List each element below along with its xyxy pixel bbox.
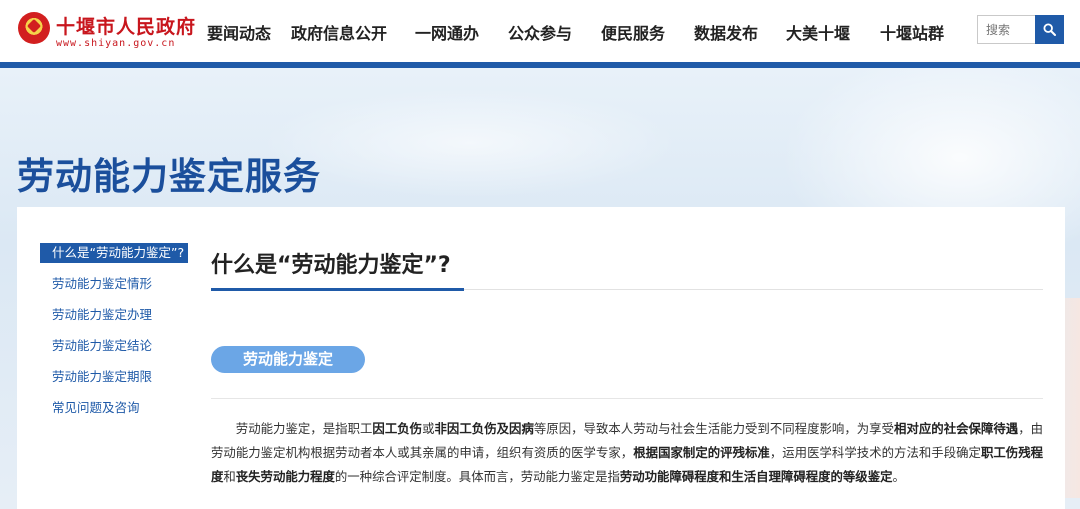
emphasis-text: 根据国家制定的评残标准 xyxy=(633,445,770,460)
body-text: ，运用医学科学技术的方法和手段确定 xyxy=(769,445,981,460)
banner-decoration xyxy=(260,88,680,198)
sidebar-item-process[interactable]: 劳动能力鉴定办理 xyxy=(40,305,188,336)
sidebar-item-period[interactable]: 劳动能力鉴定期限 xyxy=(40,367,188,398)
logo-title: 十堰市人民政府 xyxy=(56,16,197,38)
body-text: 。 xyxy=(892,469,905,484)
banner-title: 劳动能力鉴定服务 xyxy=(17,155,321,198)
emphasis-text: 丧失劳动能力程度 xyxy=(235,469,335,484)
national-emblem-icon xyxy=(18,12,50,44)
search-input[interactable] xyxy=(977,15,1035,44)
nav-item-shiyan[interactable]: 大美十堰 xyxy=(786,20,850,44)
body-text: 劳动能力鉴定，是指职工 xyxy=(235,421,373,436)
sidebar-item-faq[interactable]: 常见问题及咨询 xyxy=(40,398,188,429)
side-nav: 什么是“劳动能力鉴定”? 劳动能力鉴定情形 劳动能力鉴定办理 劳动能力鉴定结论 … xyxy=(40,243,188,429)
search-button[interactable] xyxy=(1035,15,1064,44)
nav-item-sites[interactable]: 十堰站群 xyxy=(880,20,944,44)
logo-url: www.shiyan.gov.cn xyxy=(56,38,176,49)
site-logo[interactable]: 十堰市人民政府 www.shiyan.gov.cn xyxy=(18,10,208,52)
site-header: 十堰市人民政府 www.shiyan.gov.cn 要闻动态 政府信息公开 一网… xyxy=(0,0,1080,62)
emphasis-text: 非因工负伤及因病 xyxy=(434,421,534,436)
title-underline xyxy=(211,288,464,291)
body-text: 和 xyxy=(223,469,236,484)
search-icon xyxy=(1043,23,1056,36)
body-text: 的一种综合评定制度。具体而言，劳动能力鉴定是指 xyxy=(334,469,620,484)
body-text: 等原因，导致本人劳动与社会生活能力受到不同程度影响，为享受 xyxy=(533,421,895,436)
content-card: 什么是“劳动能力鉴定”? 劳动能力鉴定情形 劳动能力鉴定办理 劳动能力鉴定结论 … xyxy=(17,207,1065,509)
main-content: 什么是“劳动能力鉴定”? 劳动能力鉴定 劳动能力鉴定，是指职工因工负伤或非因工负… xyxy=(211,207,1043,509)
sidebar-item-what-is[interactable]: 什么是“劳动能力鉴定”? xyxy=(40,243,188,263)
nav-item-gov-info[interactable]: 政府信息公开 xyxy=(291,20,387,44)
emphasis-text: 劳动功能障碍程度和生活自理障碍程度的等级鉴定 xyxy=(619,469,893,484)
nav-item-one-stop[interactable]: 一网通办 xyxy=(415,20,479,44)
emphasis-text: 相对应的社会保障待遇 xyxy=(894,421,1019,436)
section-label: 劳动能力鉴定 xyxy=(211,346,365,373)
sidebar-item-situations[interactable]: 劳动能力鉴定情形 xyxy=(40,274,188,305)
page-title: 什么是“劳动能力鉴定”? xyxy=(211,253,451,278)
sidebar-item-conclusion[interactable]: 劳动能力鉴定结论 xyxy=(40,336,188,367)
body-text: 或 xyxy=(422,421,435,436)
emphasis-text: 因工负伤 xyxy=(372,421,423,436)
nav-item-news[interactable]: 要闻动态 xyxy=(207,20,271,44)
section-divider xyxy=(211,398,1043,399)
nav-item-data[interactable]: 数据发布 xyxy=(694,20,758,44)
nav-item-participation[interactable]: 公众参与 xyxy=(508,20,572,44)
nav-item-services[interactable]: 便民服务 xyxy=(601,20,665,44)
definition-paragraph: 劳动能力鉴定，是指职工因工负伤或非因工负伤及因病等原因，导致本人劳动与社会生活能… xyxy=(211,417,1043,489)
